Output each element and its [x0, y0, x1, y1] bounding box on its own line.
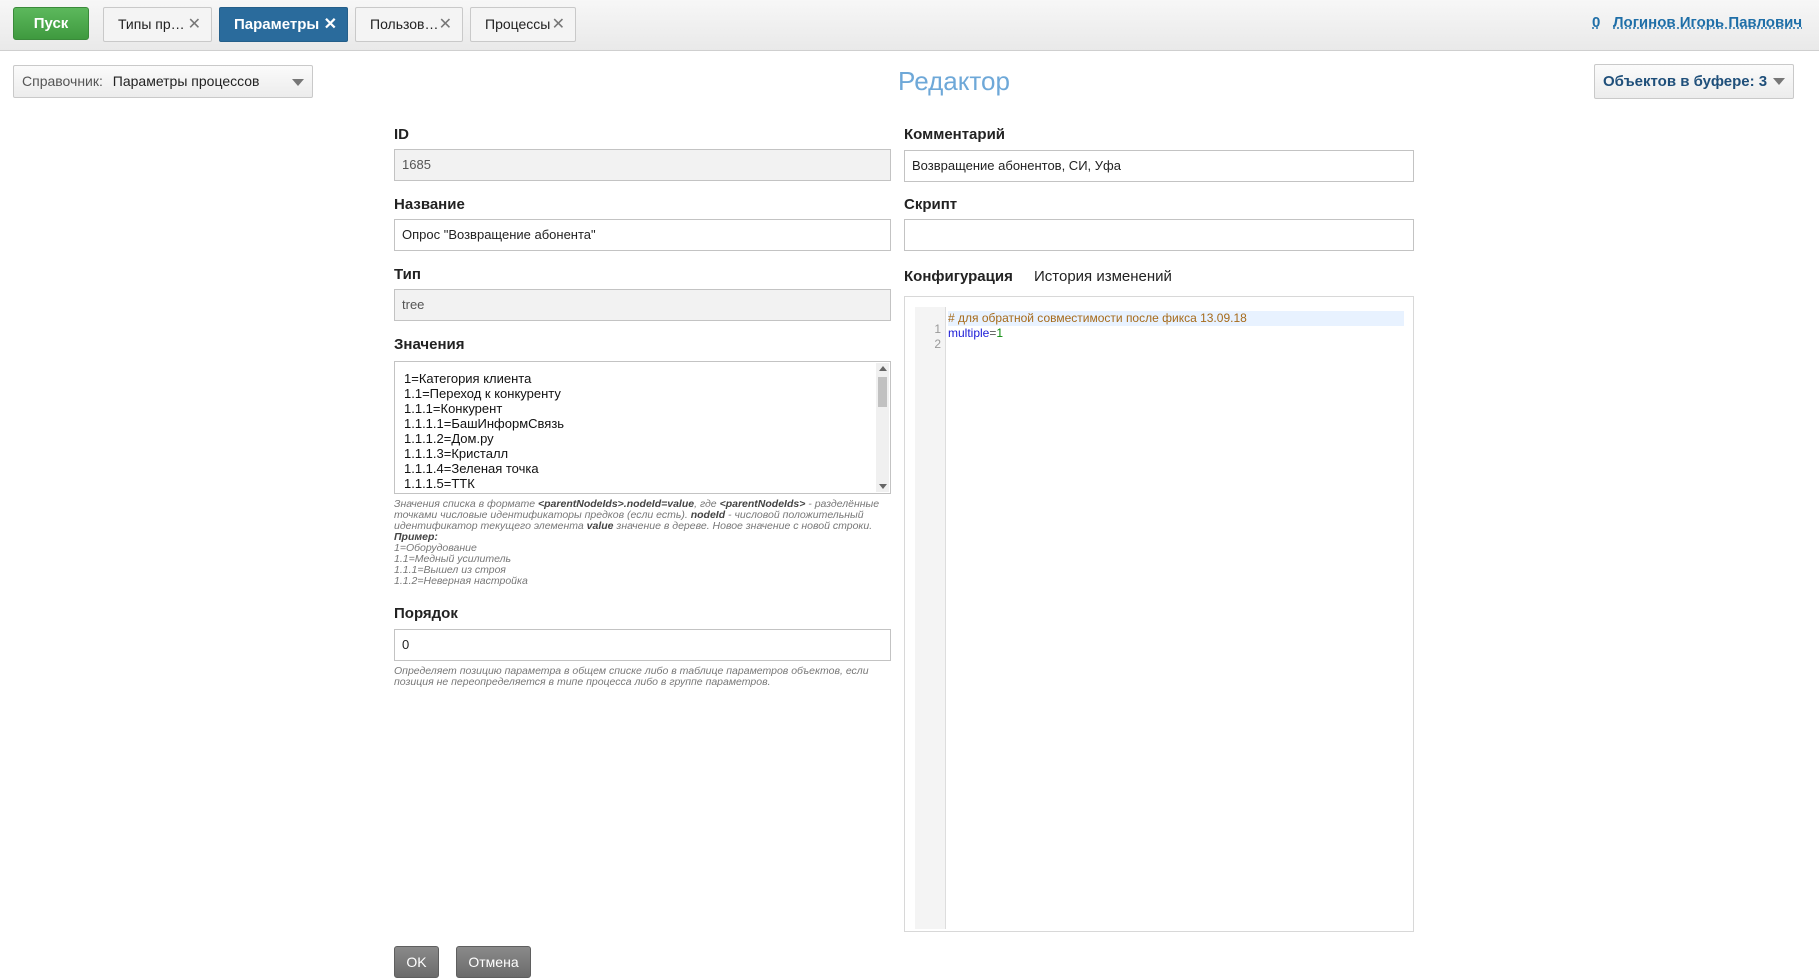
hint-text: значение в дереве. Новое значение с ново… — [613, 520, 873, 532]
order-label: Порядок — [394, 605, 458, 622]
tab-label: Пользов… — [370, 16, 439, 32]
page-title: Редактор — [898, 66, 1010, 96]
script-field[interactable] — [904, 219, 1414, 251]
tab-label: Типы пр… — [118, 16, 185, 32]
list-item: 1.1.1.5=ТТК — [404, 476, 475, 491]
type-field[interactable]: tree — [394, 289, 891, 321]
buffer-dropdown[interactable]: Объектов в буфере: 3 — [1594, 64, 1794, 99]
code-comment: # для обратной совместимости после фикса… — [948, 311, 1247, 325]
tab-label: Параметры — [234, 16, 320, 33]
scrollbar[interactable] — [876, 363, 889, 492]
tab-label: Процессы — [485, 16, 551, 32]
type-label: Тип — [394, 266, 421, 283]
line-number: 2 — [934, 337, 941, 351]
list-item: 1.1=Переход к конкуренту — [404, 386, 561, 401]
order-field[interactable]: 0 — [394, 629, 891, 661]
order-hint: Определяет позицию параметра в общем спи… — [394, 665, 869, 688]
tab-process-types[interactable]: Типы пр… ✕ — [103, 7, 212, 42]
values-hint: Значения списка в формате <parentNodeIds… — [394, 499, 894, 587]
name-field[interactable]: Опрос "Возвращение абонента" — [394, 219, 891, 251]
tab-configuration[interactable]: Конфигурация — [904, 268, 1013, 285]
line-gutter: 1 2 — [915, 307, 946, 929]
code-key: multiple — [948, 326, 990, 340]
cancel-button[interactable]: Отмена — [456, 946, 531, 978]
line-number: 1 — [934, 322, 941, 336]
user-name-link[interactable]: Логинов Игорь Павлович — [1613, 14, 1802, 31]
tab-processes[interactable]: Процессы ✕ — [470, 7, 576, 42]
tab-parameters[interactable]: Параметры ✕ — [219, 7, 348, 42]
script-label: Скрипт — [904, 196, 958, 213]
directory-value: Параметры процессов — [112, 73, 260, 89]
notification-count[interactable]: 0 — [1592, 14, 1600, 31]
chevron-down-icon — [1773, 78, 1785, 85]
list-item: 1.1.1.2=Дом.ру — [404, 431, 494, 446]
code-value: 1 — [996, 326, 1004, 340]
code-line: # для обратной совместимости после фикса… — [948, 311, 1404, 326]
close-icon[interactable]: ✕ — [324, 8, 337, 41]
comment-field[interactable]: Возвращение абонентов, СИ, Уфа — [904, 150, 1414, 182]
list-item: 1.1.1.3=Кристалл — [404, 446, 509, 461]
hint-code: value — [586, 520, 614, 532]
list-item: 1.1.1.4=Зеленая точка — [404, 461, 539, 476]
comment-label: Комментарий — [904, 126, 1006, 143]
values-textarea[interactable]: 1=Категория клиента 1.1=Переход к конкур… — [394, 361, 891, 494]
close-icon[interactable]: ✕ — [439, 8, 452, 41]
id-field[interactable]: 1685 — [394, 149, 891, 181]
scroll-thumb[interactable] — [878, 377, 887, 407]
chevron-down-icon — [292, 79, 304, 86]
tab-history[interactable]: История изменений — [1034, 268, 1172, 285]
scroll-up-icon[interactable] — [879, 366, 887, 371]
config-editor[interactable]: 1 2 # для обратной совместимости после ф… — [904, 296, 1414, 932]
directory-select[interactable]: Справочник: Параметры процессов — [13, 65, 313, 98]
values-label: Значения — [394, 336, 465, 353]
list-item: 1=Категория клиента — [404, 371, 532, 386]
list-item: 1.1.1=Конкурент — [404, 401, 503, 416]
code-line: multiple=1 — [948, 326, 1003, 341]
scroll-down-icon[interactable] — [879, 484, 887, 489]
close-icon[interactable]: ✕ — [552, 8, 565, 41]
buffer-label: Объектов в буфере: 3 — [1603, 73, 1768, 90]
example-line: 1.1.2=Неверная настройка — [394, 575, 528, 587]
tab-users[interactable]: Пользов… ✕ — [355, 7, 463, 42]
name-label: Название — [394, 196, 465, 213]
top-bar: Пуск Типы пр… ✕ Параметры ✕ Пользов… ✕ П… — [0, 0, 1819, 51]
list-item: 1.1.1.1=БашИнформСвязь — [404, 416, 565, 431]
id-label: ID — [394, 126, 409, 143]
directory-label: Справочник: — [22, 73, 103, 89]
ok-button[interactable]: OK — [394, 946, 439, 978]
start-button[interactable]: Пуск — [13, 7, 89, 40]
close-icon[interactable]: ✕ — [188, 8, 201, 41]
